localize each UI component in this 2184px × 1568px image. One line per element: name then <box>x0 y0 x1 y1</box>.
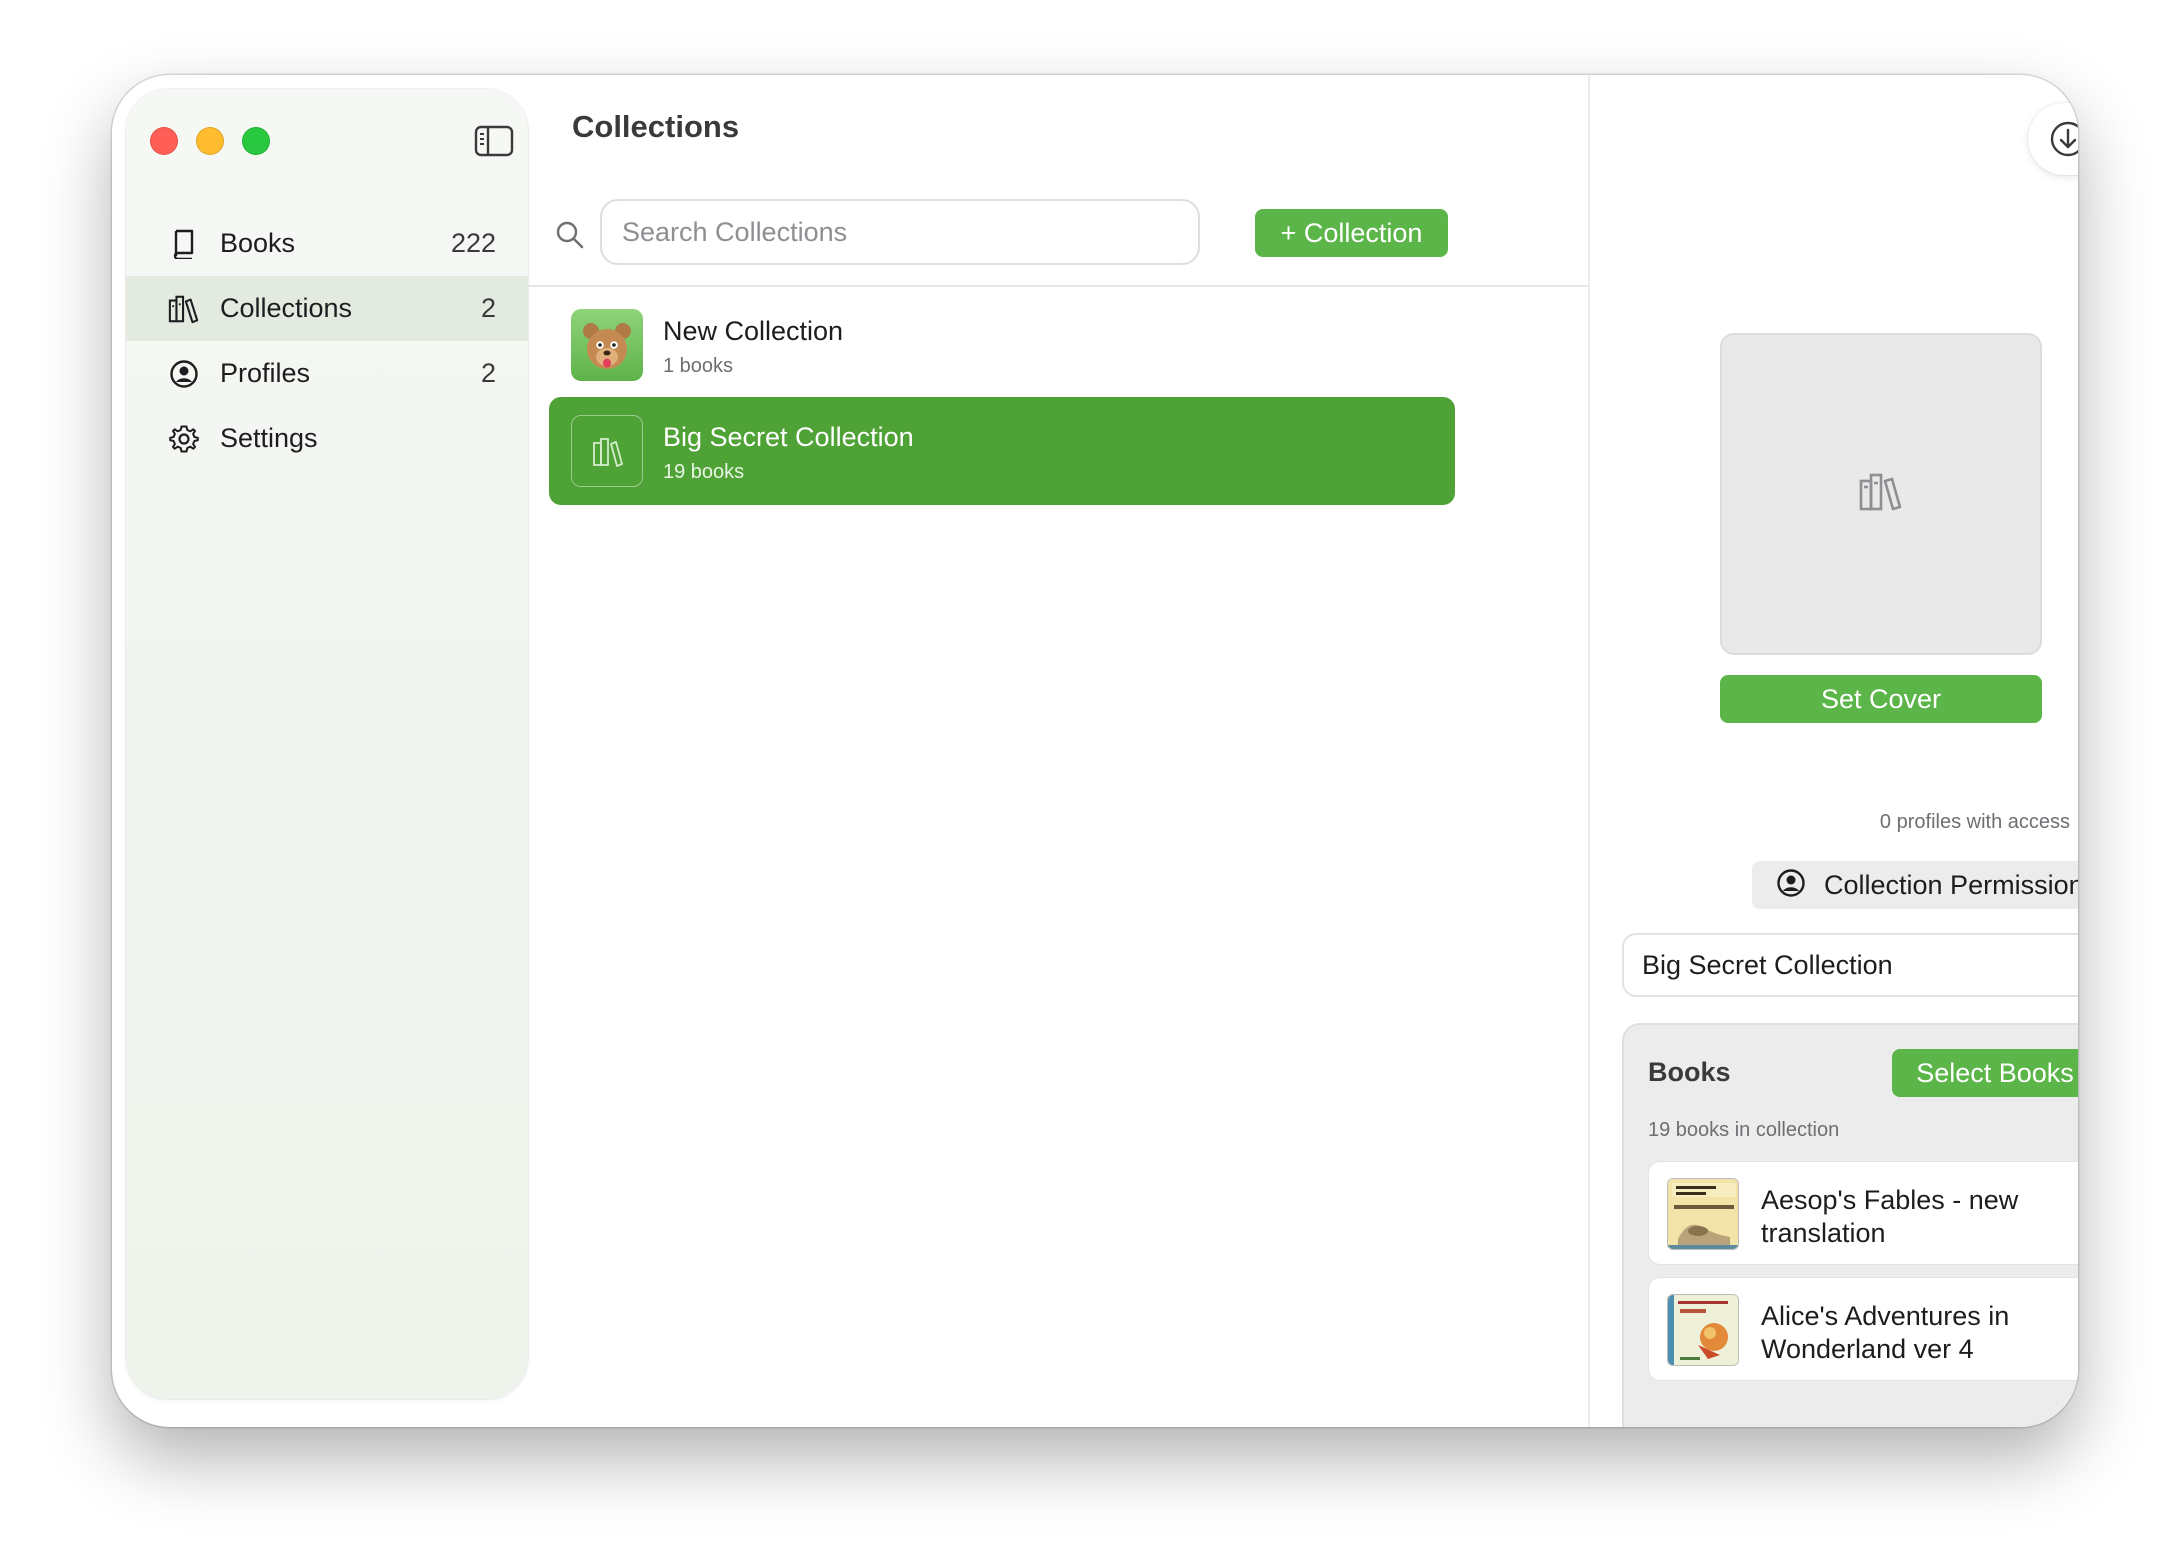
add-collection-button[interactable]: + Collection <box>1255 209 1448 257</box>
sidebar-item-count: 222 <box>450 228 496 258</box>
collections-icon <box>571 415 643 487</box>
sidebar-item-count: 2 <box>480 358 496 388</box>
collections-icon <box>1858 472 1904 517</box>
cover-placeholder <box>1720 333 2042 655</box>
sidebar-nav: Books 222 Collections 2 Profiles 2 Setti… <box>126 211 528 471</box>
sidebar-item-label: Settings <box>220 423 318 453</box>
collection-row-selected[interactable]: Big Secret Collection 19 books <box>549 397 1455 505</box>
book-title: Alice's Adventures in Wonderland ver 4 <box>1761 1301 2010 1364</box>
book-icon <box>168 228 200 260</box>
minimize-window-button[interactable] <box>196 127 224 155</box>
books-heading: Books <box>1648 1057 1731 1087</box>
sidebar-toggle-icon[interactable] <box>474 125 514 157</box>
books-panel: Books Select Books 19 books in collectio… <box>1622 1023 2078 1427</box>
sidebar-item-label: Profiles <box>220 358 311 388</box>
collection-row[interactable]: New Collection 1 books <box>549 289 1455 397</box>
download-icon[interactable] <box>2048 119 2078 159</box>
collection-name-field[interactable] <box>1622 933 2078 997</box>
zoom-window-button[interactable] <box>242 127 270 155</box>
collection-title: Big Secret Collection <box>663 422 914 452</box>
sidebar-item-books[interactable]: Books 222 <box>126 211 528 276</box>
sidebar-item-settings[interactable]: Settings <box>126 406 528 471</box>
page-title: Collections <box>572 109 740 144</box>
sidebar: Books 222 Collections 2 Profiles 2 Setti… <box>126 89 528 1399</box>
book-cover-thumbnail <box>1667 1294 1739 1366</box>
collection-permissions-button[interactable]: Collection Permissions <box>1752 861 2078 909</box>
book-list-item[interactable]: Aesop's Fables - new translation <box>1648 1161 2078 1265</box>
close-window-button[interactable] <box>150 127 178 155</box>
profile-icon <box>1776 868 1806 903</box>
divider <box>528 285 1588 287</box>
gear-icon <box>168 423 200 455</box>
search-icon <box>554 219 586 251</box>
toolbar-group <box>2028 103 2078 175</box>
app-window: Books 222 Collections 2 Profiles 2 Setti… <box>112 75 2078 1427</box>
collections-icon <box>168 293 200 325</box>
permissions-label: Collection Permissions <box>1824 869 2078 900</box>
collection-title: New Collection <box>663 316 844 346</box>
set-cover-button[interactable]: Set Cover <box>1720 675 2042 723</box>
book-list-item[interactable]: Alice's Adventures in Wonderland ver 4 <box>1648 1277 2078 1381</box>
collections-list-pane: Collections + Collection <box>528 75 1588 1427</box>
sidebar-item-profiles[interactable]: Profiles 2 <box>126 341 528 406</box>
sidebar-item-collections[interactable]: Collections 2 <box>126 276 528 341</box>
bear-icon <box>571 309 643 381</box>
profiles-access-text: 0 profiles with access <box>1879 811 2070 833</box>
sidebar-item-label: Books <box>220 228 296 258</box>
select-books-button[interactable]: Select Books <box>1892 1049 2078 1097</box>
collection-book-count: 1 books <box>663 355 734 377</box>
book-cover-thumbnail <box>1667 1178 1739 1250</box>
collection-detail-pane: Set Cover 0 profiles with access Collect… <box>1590 75 2078 1427</box>
book-title: Aesop's Fables - new translation <box>1761 1185 2019 1248</box>
search-input[interactable] <box>600 199 1200 265</box>
sidebar-item-count: 2 <box>480 293 496 323</box>
books-count: 19 books in collection <box>1648 1119 1840 1141</box>
sidebar-item-label: Collections <box>220 293 353 323</box>
profile-icon <box>168 358 200 390</box>
collection-book-count: 19 books <box>663 461 745 483</box>
